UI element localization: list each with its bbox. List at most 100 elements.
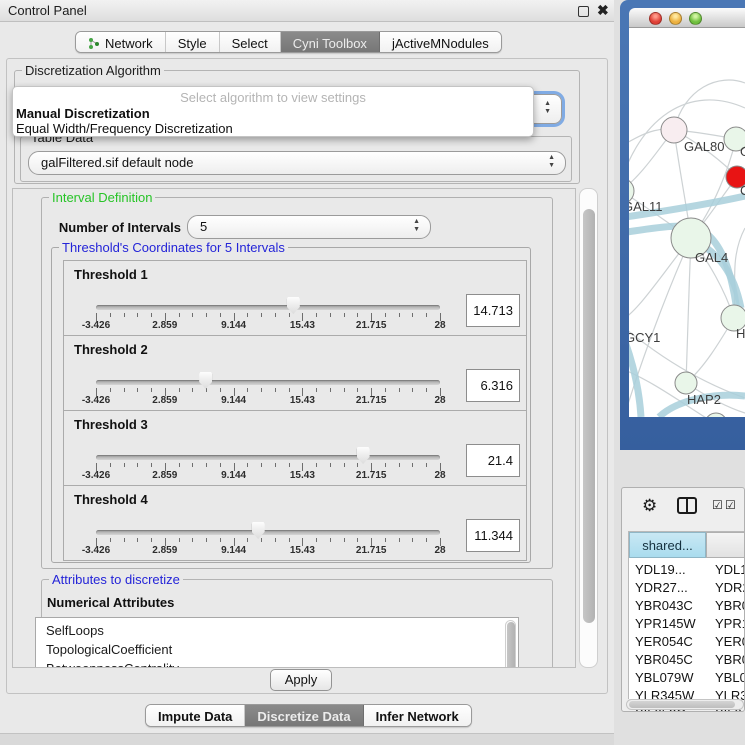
slider-tick bbox=[275, 463, 276, 467]
slider-thumb[interactable] bbox=[357, 447, 370, 464]
slider-tick bbox=[247, 538, 248, 542]
settings-scroll-viewport: Interval Definition Number of Intervals … bbox=[12, 188, 576, 668]
table-cell[interactable]: YER0 bbox=[715, 634, 745, 649]
slider-tick bbox=[206, 538, 207, 542]
control-panel: Control Panel ✖ NetworkStyleSelectCyni T… bbox=[0, 0, 614, 745]
column-header-name[interactable]: na bbox=[706, 532, 745, 558]
discretization-algorithm-title: Discretization Algorithm bbox=[22, 63, 164, 78]
table-cell[interactable]: YPR145W bbox=[635, 616, 696, 631]
slider-thumb[interactable] bbox=[287, 297, 300, 314]
column-header-shared-name[interactable]: shared... bbox=[629, 532, 706, 558]
slider-tick-label: 21.715 bbox=[356, 320, 387, 331]
slider-track[interactable] bbox=[96, 455, 440, 460]
close-traffic-light-icon[interactable] bbox=[649, 12, 662, 25]
threshold-row-4: Threshold 4-3.4262.8599.14415.4321.71528… bbox=[63, 485, 527, 561]
slider-tick bbox=[399, 388, 400, 392]
slider-tick bbox=[137, 538, 138, 542]
minimize-traffic-light-icon[interactable] bbox=[669, 12, 682, 25]
float-window-icon[interactable] bbox=[578, 6, 589, 17]
table-cell[interactable]: YBR043C bbox=[635, 598, 693, 613]
table-cell[interactable]: YDL1 bbox=[715, 562, 745, 577]
slider-tick bbox=[357, 313, 358, 317]
network-edge bbox=[686, 238, 691, 383]
slider-thumb[interactable] bbox=[252, 522, 265, 539]
table-cell[interactable]: YDR2 bbox=[715, 580, 745, 595]
slider-track[interactable] bbox=[96, 530, 440, 535]
checkbox-checked-icon[interactable]: ☑ bbox=[725, 498, 736, 512]
dropdown-item-equal-width[interactable]: Equal Width/Frequency Discretization bbox=[16, 121, 233, 136]
zoom-traffic-light-icon[interactable] bbox=[689, 12, 702, 25]
table-horizontal-scrollbar[interactable] bbox=[626, 699, 744, 710]
table-data-combobox[interactable]: galFiltered.sif default node ▲▼ bbox=[28, 151, 566, 175]
tab-network[interactable]: Network bbox=[76, 32, 166, 52]
slider-tick bbox=[110, 463, 111, 467]
network-window-titlebar[interactable] bbox=[629, 8, 745, 28]
threshold-value-field[interactable]: 14.713 bbox=[466, 294, 520, 327]
node-attribute-table[interactable]: shared...na YDL19... YDL1 YDR27... YDR2 YBR04… bbox=[628, 531, 745, 699]
dropdown-item-manual-discretization[interactable]: Manual Discretization bbox=[16, 106, 150, 121]
slider-tick bbox=[357, 388, 358, 392]
slider-tick bbox=[151, 463, 152, 467]
split-columns-icon[interactable] bbox=[677, 497, 697, 514]
tab-impute-data[interactable]: Impute Data bbox=[146, 705, 245, 726]
scrollbar-thumb[interactable] bbox=[629, 701, 735, 708]
network-node-hap2[interactable] bbox=[675, 372, 697, 394]
tab-jactivemnodules[interactable]: jActiveMNodules bbox=[380, 32, 501, 52]
slider-tick bbox=[151, 313, 152, 317]
network-canvas[interactable]: GAL80GACGAL11GAL4GCY1HHAP2 bbox=[629, 28, 745, 417]
table-cell[interactable]: YBR0 bbox=[715, 652, 745, 667]
slider-tick bbox=[220, 388, 221, 392]
slider-thumb[interactable] bbox=[199, 372, 212, 389]
network-icon bbox=[88, 37, 100, 49]
table-cell[interactable]: YBR045C bbox=[635, 652, 693, 667]
checkbox-checked-icon[interactable]: ☑ bbox=[712, 498, 723, 512]
network-node[interactable] bbox=[705, 413, 727, 417]
slider-tick bbox=[206, 313, 207, 317]
slider-tick bbox=[316, 463, 317, 467]
slider-tick bbox=[275, 388, 276, 392]
tab-infer-network[interactable]: Infer Network bbox=[364, 705, 471, 726]
table-cell[interactable]: YBL0 bbox=[715, 670, 745, 685]
slider-tick-label: -3.426 bbox=[82, 320, 110, 331]
threshold-value-field[interactable]: 11.344 bbox=[466, 519, 520, 552]
gear-icon[interactable]: ⚙ bbox=[642, 496, 657, 516]
table-cell[interactable]: YBL079W bbox=[635, 670, 694, 685]
slider-track[interactable] bbox=[96, 380, 440, 385]
slider-tick-label: 9.144 bbox=[221, 545, 246, 556]
numerical-attributes-list[interactable]: SelfLoops TopologicalCoefficient Betweenne… bbox=[35, 617, 519, 668]
network-view-window[interactable]: GAL80GACGAL11GAL4GCY1HHAP2 bbox=[620, 0, 745, 450]
slider-tick-label: 28 bbox=[434, 545, 445, 556]
table-cell[interactable]: YER054C bbox=[635, 634, 693, 649]
threshold-value-field[interactable]: 6.316 bbox=[466, 369, 520, 402]
table-cell[interactable]: YDR27... bbox=[635, 580, 688, 595]
attribute-item[interactable]: BetweennessCentrality bbox=[46, 661, 179, 668]
slider-tick-label: 15.43 bbox=[290, 395, 315, 406]
table-cell[interactable]: YBR0 bbox=[715, 598, 745, 613]
table-cell[interactable]: YDL19... bbox=[635, 562, 686, 577]
tab-cyni-toolbox[interactable]: Cyni Toolbox bbox=[281, 32, 380, 52]
tab-select[interactable]: Select bbox=[220, 32, 281, 52]
slider-tick bbox=[412, 538, 413, 542]
slider-tick bbox=[275, 538, 276, 542]
scrollbar-thumb[interactable] bbox=[583, 209, 595, 623]
table-cell[interactable]: YPR1 bbox=[715, 616, 745, 631]
tab-style[interactable]: Style bbox=[166, 32, 220, 52]
slider-tick bbox=[179, 388, 180, 392]
combo-stepper-icon: ▲▼ bbox=[548, 154, 555, 170]
tab-discretize-data[interactable]: Discretize Data bbox=[245, 705, 363, 726]
settings-vertical-scrollbar[interactable] bbox=[579, 188, 598, 668]
attribute-item[interactable]: TopologicalCoefficient bbox=[46, 642, 172, 657]
dropdown-placeholder: Select algorithm to view settings bbox=[13, 90, 533, 105]
threshold-value-field[interactable]: 21.4 bbox=[466, 444, 520, 477]
slider-track[interactable] bbox=[96, 305, 440, 310]
threshold-rows-container: Threshold 1-3.4262.8599.14415.4321.71528… bbox=[57, 260, 527, 562]
attribute-item[interactable]: SelfLoops bbox=[46, 623, 104, 638]
slider-tick bbox=[289, 463, 290, 467]
number-of-intervals-combobox[interactable]: 5 ▲▼ bbox=[187, 215, 431, 239]
attributes-scrollbar[interactable] bbox=[505, 620, 516, 668]
apply-button[interactable]: Apply bbox=[270, 669, 332, 691]
threshold-row-1: Threshold 1-3.4262.8599.14415.4321.71528… bbox=[63, 260, 527, 336]
close-icon[interactable]: ✖ bbox=[597, 2, 609, 19]
slider-tick bbox=[179, 538, 180, 542]
slider-tick bbox=[316, 388, 317, 392]
